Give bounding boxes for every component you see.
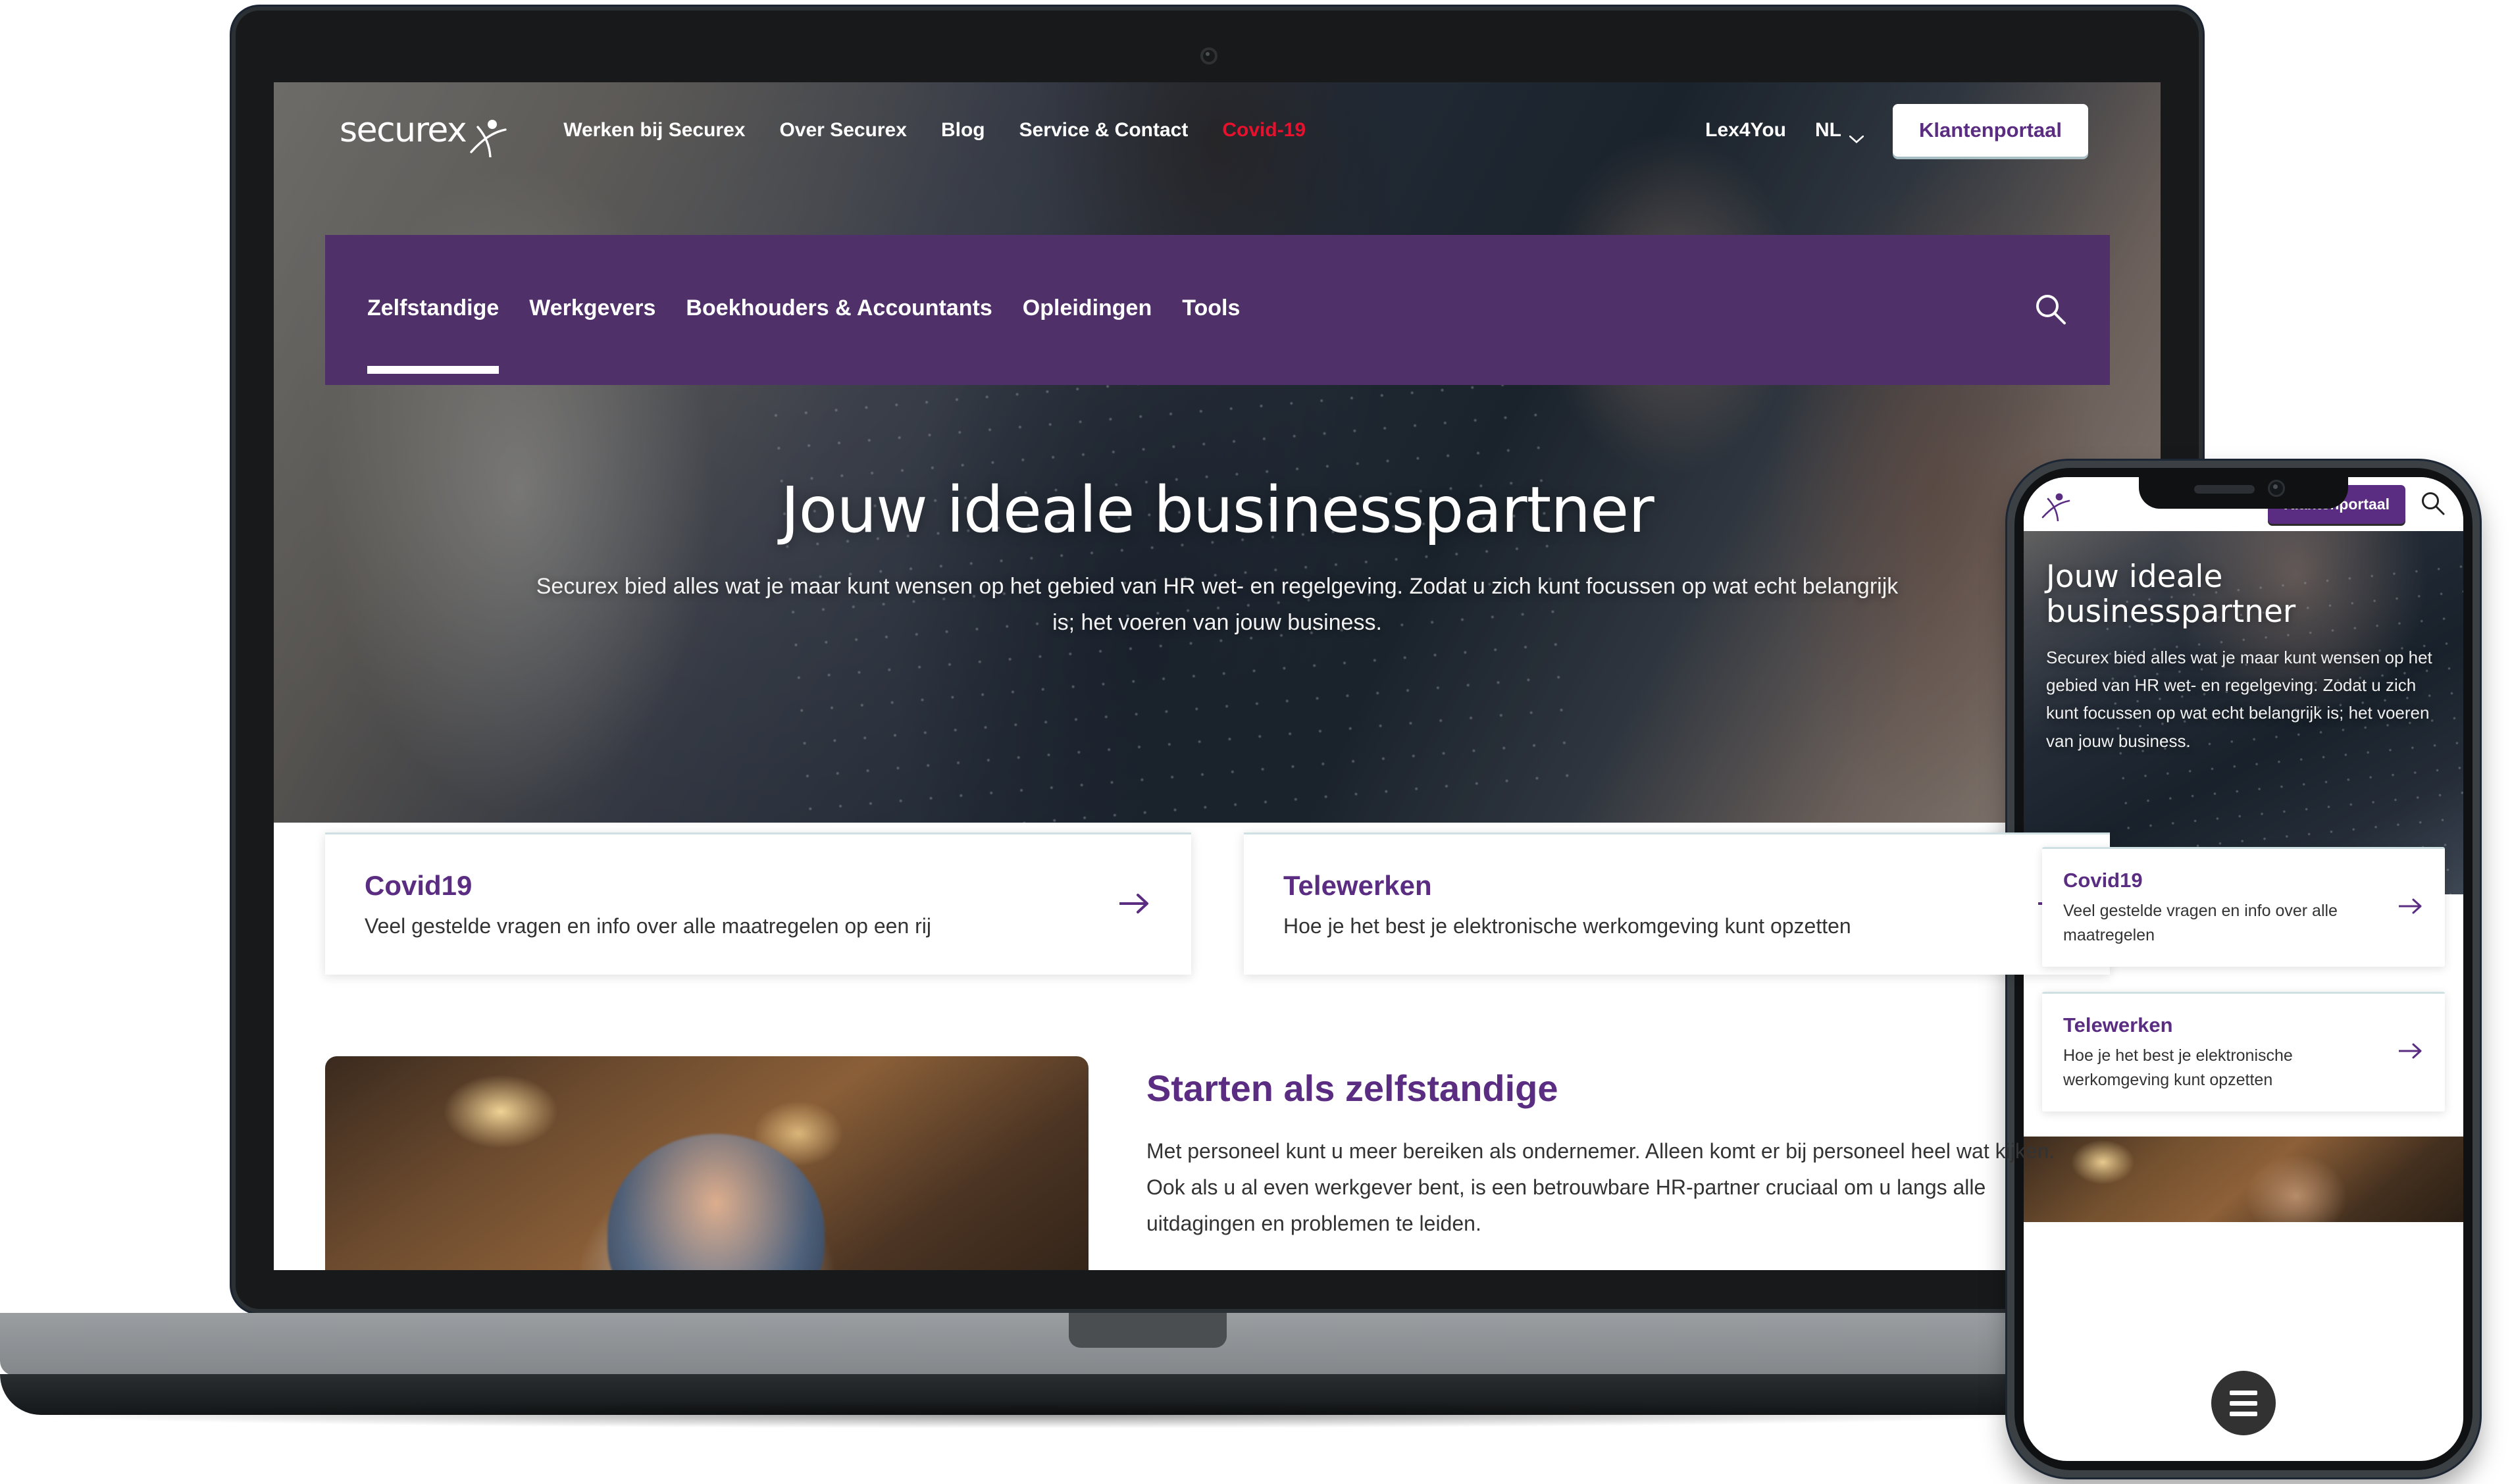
laptop-base-notch [1069, 1313, 1227, 1348]
card-description: Hoe je het best je elektronische werkomg… [2063, 1046, 2293, 1089]
hamburger-bar [2230, 1411, 2257, 1416]
main-nav-item-opleidingen[interactable]: Opleidingen [1023, 295, 1152, 325]
site-logo[interactable]: securex [340, 107, 508, 159]
device-mockup-scene: securex Werken bij Securex Over Securex … [0, 0, 2512, 1484]
hero-section: securex Werken bij Securex Over Securex … [274, 82, 2161, 823]
laptop-screen: securex Werken bij Securex Over Securex … [274, 82, 2161, 1270]
card-title: Telewerken [1283, 870, 1432, 901]
main-nav-links: Zelfstandige Werkgevers Boekhouders & Ac… [367, 295, 1240, 374]
search-icon [2034, 294, 2068, 328]
card-title: Telewerken [2063, 1013, 2173, 1036]
section-paragraph: Met personeel kunt u meer bereiken als o… [1146, 1139, 2055, 1236]
top-nav-item-covid-19[interactable]: Covid-19 [1222, 119, 1306, 141]
top-nav-links: Werken bij Securex Over Securex Blog Ser… [563, 119, 1306, 141]
arrow-right-icon [2397, 897, 2424, 919]
highlight-cards-row: Covid19 Veel gestelde vragen en info ove… [325, 832, 2110, 975]
logo-wordmark: securex [340, 111, 467, 150]
card-description: Veel gestelde vragen en info over alle m… [2063, 902, 2338, 944]
mobile-highlight-cards: Covid19 Veel gestelde vragen en info ove… [2024, 847, 2463, 1112]
section-photo [325, 1056, 1089, 1270]
highlight-card-telewerken[interactable]: Telewerken Hoe je het best je elektronis… [1244, 832, 2110, 975]
laptop-shadow [34, 1400, 2035, 1428]
securex-mark-icon [469, 111, 508, 159]
hero-copy: Jouw ideale businesspartner Securex bied… [274, 477, 2161, 641]
hero-overlay-scrim [274, 82, 2161, 823]
card-body: Telewerken Hoe je het best je elektronis… [1283, 870, 2016, 940]
securex-mark-icon[interactable] [2041, 487, 2071, 523]
arrow-right-icon [2397, 1042, 2424, 1063]
card-body: Covid19 Veel gestelde vragen en info ove… [2063, 869, 2386, 947]
phone-front-camera-icon [2268, 480, 2285, 497]
card-description: Veel gestelde vragen en info over alle m… [365, 914, 932, 938]
search-button[interactable] [2034, 292, 2068, 328]
highlight-card-covid19[interactable]: Covid19 Veel gestelde vragen en info ove… [325, 832, 1191, 975]
language-selector-label: NL [1814, 119, 1841, 141]
mobile-highlight-card-telewerken[interactable]: Telewerken Hoe je het best je elektronis… [2042, 992, 2445, 1112]
lex4you-link[interactable]: Lex4You [1705, 119, 1786, 141]
starten-als-zelfstandige-section: Starten als zelfstandige Met personeel k… [274, 1056, 2161, 1270]
main-nav-item-tools[interactable]: Tools [1182, 295, 1240, 325]
laptop-webcam-icon [1200, 47, 1218, 64]
hamburger-bar [2230, 1400, 2257, 1406]
top-nav-item-blog[interactable]: Blog [941, 119, 985, 141]
top-navigation-bar: securex Werken bij Securex Over Securex … [274, 82, 2161, 178]
chevron-down-icon [1849, 126, 1864, 143]
main-navigation-bar: Zelfstandige Werkgevers Boekhouders & Ac… [325, 235, 2110, 385]
desktop-website: securex Werken bij Securex Over Securex … [274, 82, 2161, 1270]
card-description: Hoe je het best je elektronische werkomg… [1283, 914, 1851, 938]
hamburger-bar [2230, 1390, 2257, 1395]
laptop-base [0, 1313, 2072, 1375]
card-body: Covid19 Veel gestelde vragen en info ove… [365, 870, 1098, 940]
card-title: Covid19 [365, 870, 473, 901]
card-body: Telewerken Hoe je het best je elektronis… [2063, 1013, 2386, 1092]
search-icon [2420, 492, 2446, 519]
top-nav-item-over-securex[interactable]: Over Securex [779, 119, 906, 141]
main-nav-item-boekhouders-accountants[interactable]: Boekhouders & Accountants [686, 295, 992, 325]
top-nav-utilities: Lex4You NL Klantenportaal [1705, 104, 2088, 157]
arrow-right-icon [1117, 892, 1152, 919]
hero-subtitle: Securex bied alles wat je maar kunt wens… [536, 573, 1899, 635]
mobile-hamburger-menu-button[interactable] [2211, 1371, 2276, 1435]
laptop-device: securex Werken bij Securex Over Securex … [0, 7, 2203, 1428]
phone-notch [2139, 468, 2348, 509]
main-nav-item-werkgevers[interactable]: Werkgevers [529, 295, 655, 325]
mobile-highlight-card-covid19[interactable]: Covid19 Veel gestelde vragen en info ove… [2042, 847, 2445, 967]
language-selector[interactable]: NL [1814, 119, 1864, 143]
top-nav-item-service-contact[interactable]: Service & Contact [1019, 119, 1189, 141]
section-text: Starten als zelfstandige Met personeel k… [1146, 1056, 2109, 1270]
top-nav-item-werken-bij-securex[interactable]: Werken bij Securex [563, 119, 745, 141]
mobile-search-button[interactable] [2420, 490, 2446, 519]
hero-title: Jouw ideale businesspartner [781, 473, 1654, 547]
phone-speaker-icon [2194, 485, 2255, 494]
main-nav-item-zelfstandige[interactable]: Zelfstandige [367, 295, 500, 374]
card-title: Covid19 [2063, 869, 2143, 892]
mobile-hero-subtitle: Securex bied alles wat je maar kunt wens… [2046, 648, 2432, 751]
klantenportaal-button[interactable]: Klantenportaal [1892, 104, 2088, 157]
section-title: Starten als zelfstandige [1146, 1067, 1558, 1109]
